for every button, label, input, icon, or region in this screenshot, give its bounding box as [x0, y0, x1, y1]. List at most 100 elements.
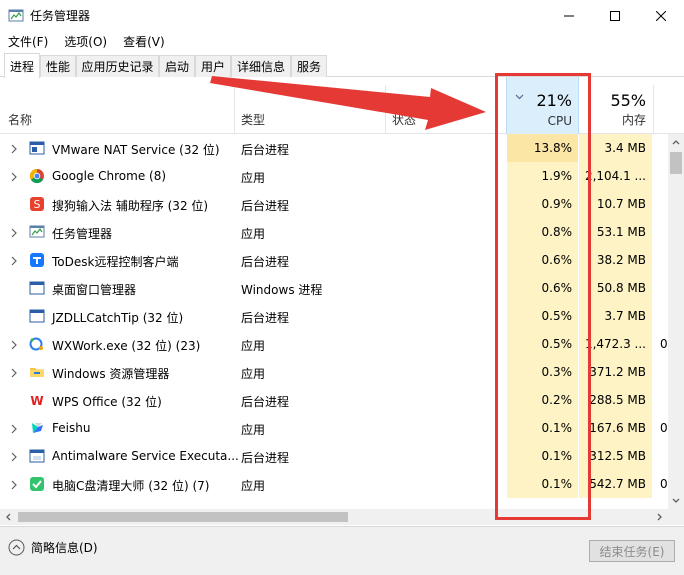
expand-chevron-icon[interactable]: [9, 367, 19, 378]
tab-startup[interactable]: 启动: [159, 55, 195, 77]
expand-chevron-icon[interactable]: [9, 171, 19, 182]
vertical-scrollbar[interactable]: [668, 134, 684, 509]
column-type[interactable]: 类型: [235, 77, 385, 134]
column-cpu[interactable]: 21% CPU: [506, 77, 579, 134]
process-cpu: 0.6%: [507, 246, 578, 274]
process-cpu: 0.1%: [507, 414, 578, 442]
fewer-details-toggle[interactable]: 简略信息(D): [8, 539, 98, 556]
vmware-window-icon: [29, 140, 45, 156]
feishu-icon: [29, 420, 45, 436]
process-memory: 38.2 MB: [579, 246, 652, 274]
process-cpu: 0.5%: [507, 330, 578, 358]
process-type: 后台进程: [241, 255, 290, 269]
task-manager-app-icon: [8, 9, 24, 21]
process-next-column: [653, 246, 668, 274]
process-memory: 288.5 MB: [579, 386, 652, 414]
table-row[interactable]: ToDesk远程控制客户端 后台进程 0.6% 38.2 MB: [0, 246, 668, 274]
process-name: 桌面窗口管理器: [52, 283, 137, 297]
process-next-column: [653, 442, 668, 470]
sogou-icon: S: [29, 196, 45, 212]
scroll-left-icon[interactable]: [5, 513, 11, 521]
table-row[interactable]: JZDLLCatchTip (32 位) 后台进程 0.5% 3.7 MB: [0, 302, 668, 330]
process-memory: 2,104.1 ...: [579, 162, 652, 190]
process-memory: 1,472.3 ...: [579, 330, 652, 358]
menu-file[interactable]: 文件(F): [0, 33, 56, 50]
horizontal-scrollbar[interactable]: [0, 509, 668, 525]
svg-text:S: S: [34, 198, 41, 211]
sort-descending-icon: [515, 94, 524, 100]
chrome-icon: [29, 168, 45, 184]
process-type: 应用: [241, 227, 266, 241]
tab-users[interactable]: 用户: [195, 55, 231, 77]
minimize-icon: [564, 15, 574, 16]
process-name: ToDesk远程控制客户端: [52, 255, 179, 269]
table-row[interactable]: Windows 资源管理器 应用 0.3% 371.2 MB: [0, 358, 668, 386]
menu-bar: 文件(F) 选项(O) 查看(V): [0, 31, 684, 51]
process-cpu: 0.5%: [507, 302, 578, 330]
table-row[interactable]: W WPS Office (32 位) 后台进程 0.2% 288.5 MB: [0, 386, 668, 414]
wxwork-icon: [29, 336, 45, 352]
column-memory[interactable]: 55% 内存: [580, 77, 653, 134]
expand-chevron-icon[interactable]: [9, 227, 19, 238]
process-type: 后台进程: [241, 143, 290, 157]
antimalware-window-icon: [29, 448, 45, 464]
table-row[interactable]: WXWork.exe (32 位) (23) 应用 0.5% 1,472.3 ... 0: [0, 330, 668, 358]
tab-performance[interactable]: 性能: [40, 55, 76, 77]
table-row[interactable]: 任务管理器 应用 0.8% 53.1 MB: [0, 218, 668, 246]
process-cpu: 0.3%: [507, 358, 578, 386]
table-row[interactable]: VMware NAT Service (32 位) 后台进程 13.8% 3.4 MB: [0, 134, 668, 162]
process-name: 任务管理器: [52, 227, 113, 241]
process-next-column: 0: [653, 470, 668, 498]
vertical-scroll-thumb[interactable]: [670, 152, 682, 174]
expand-chevron-icon[interactable]: [9, 255, 19, 266]
end-task-button[interactable]: 结束任务(E): [589, 540, 675, 562]
column-status[interactable]: 状态: [386, 77, 506, 134]
tab-processes[interactable]: 进程: [4, 53, 40, 78]
expand-chevron-icon[interactable]: [9, 143, 19, 154]
process-name: Windows 资源管理器: [52, 367, 170, 381]
column-name[interactable]: 名称: [0, 77, 234, 134]
memory-total-percent: 55%: [610, 91, 646, 110]
process-cpu: 0.8%: [507, 218, 578, 246]
horizontal-scroll-thumb[interactable]: [18, 512, 348, 522]
process-cpu: 0.1%: [507, 470, 578, 498]
scroll-up-icon[interactable]: [672, 139, 680, 145]
column-header: 名称 类型 状态 21% CPU 55% 内存: [0, 77, 684, 134]
maximize-icon: [610, 10, 620, 21]
table-row[interactable]: 桌面窗口管理器 Windows 进程 0.6% 50.8 MB: [0, 274, 668, 302]
generic-window-icon: [29, 308, 45, 324]
expand-chevron-icon[interactable]: [9, 479, 19, 490]
table-row[interactable]: 电脑C盘清理大师 (32 位) (7) 应用 0.1% 542.7 MB 0: [0, 470, 668, 498]
expand-chevron-icon[interactable]: [9, 339, 19, 350]
table-row[interactable]: S 搜狗输入法 辅助程序 (32 位) 后台进程 0.9% 10.7 MB: [0, 190, 668, 218]
column-name-label: 名称: [8, 113, 33, 127]
table-row[interactable]: Google Chrome (8) 应用 1.9% 2,104.1 ...: [0, 162, 668, 190]
tab-app-history[interactable]: 应用历史记录: [76, 55, 159, 77]
scroll-right-icon[interactable]: [657, 513, 663, 521]
menu-view[interactable]: 查看(V): [115, 33, 173, 50]
scroll-down-icon[interactable]: [672, 498, 680, 504]
table-row[interactable]: Feishu 应用 0.1% 167.6 MB 0: [0, 414, 668, 442]
tab-details[interactable]: 详细信息: [231, 55, 291, 77]
wps-icon: W: [29, 392, 45, 408]
process-type: 应用: [241, 479, 266, 493]
close-button[interactable]: [638, 0, 684, 31]
process-next-column: [653, 134, 668, 162]
process-type: 应用: [241, 339, 266, 353]
maximize-button[interactable]: [592, 0, 638, 31]
process-type: Windows 进程: [241, 283, 323, 297]
tab-services[interactable]: 服务: [291, 55, 327, 77]
column-divider[interactable]: [653, 85, 654, 133]
process-memory: 312.5 MB: [579, 442, 652, 470]
table-row[interactable]: Antimalware Service Executa... 后台进程 0.1% 31…: [0, 442, 668, 470]
close-icon: [656, 10, 666, 21]
column-cpu-label: CPU: [547, 114, 572, 128]
process-type: 后台进程: [241, 395, 290, 409]
expand-chevron-icon[interactable]: [9, 451, 19, 462]
expand-chevron-icon[interactable]: [9, 423, 19, 434]
process-cpu: 0.1%: [507, 442, 578, 470]
menu-options[interactable]: 选项(O): [56, 33, 115, 50]
process-name: Feishu: [52, 421, 91, 435]
process-name: VMware NAT Service (32 位): [52, 143, 220, 157]
minimize-button[interactable]: [546, 0, 592, 31]
